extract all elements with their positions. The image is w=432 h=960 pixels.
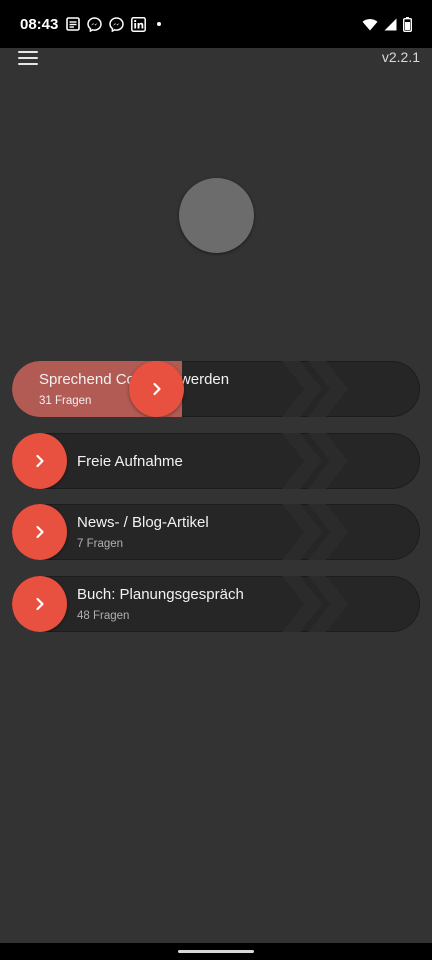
signal-icon xyxy=(384,18,397,30)
play-button[interactable] xyxy=(12,432,67,489)
item-title: Buch: Planungsgespräch xyxy=(77,585,244,603)
status-time: 08:43 xyxy=(20,15,59,33)
notification-icons xyxy=(66,16,165,32)
chevrons-decoration-icon xyxy=(282,504,348,560)
item-subtitle: 31 Fragen xyxy=(39,395,92,407)
navigation-bar xyxy=(0,943,432,960)
status-left: 08:43 xyxy=(20,16,165,33)
item-subtitle: 48 Fragen xyxy=(77,609,130,622)
wifi-icon xyxy=(362,18,378,30)
list-item-freie-aufnahme[interactable]: Freie Aufnahme xyxy=(12,432,420,489)
chevron-right-icon xyxy=(35,525,44,539)
chevrons-decoration-icon xyxy=(282,432,348,489)
avatar[interactable] xyxy=(179,178,254,253)
list-item-buch-planungsgespraech[interactable]: Buch: Planungsgespräch 48 Fragen xyxy=(12,575,420,632)
dot-icon xyxy=(157,22,162,26)
chevrons-decoration-icon xyxy=(282,361,348,417)
version-label: v2.2.1 xyxy=(381,49,420,65)
linkedin-icon xyxy=(131,16,147,32)
item-subtitle: 7 Fragen xyxy=(77,538,124,550)
list-item-news-blog-artikel[interactable]: News- / Blog-Artikel 7 Fragen xyxy=(12,504,420,560)
play-button[interactable] xyxy=(12,575,67,632)
play-button[interactable] xyxy=(129,361,184,417)
home-indicator[interactable] xyxy=(178,950,254,953)
item-title: News- / Blog-Artikel xyxy=(77,514,209,531)
play-button[interactable] xyxy=(12,504,67,560)
messenger-icon xyxy=(87,16,103,32)
chevron-right-icon xyxy=(152,382,161,396)
battery-icon xyxy=(403,16,412,32)
app-bar: v2.2.1 xyxy=(0,48,432,72)
messenger-icon xyxy=(109,16,125,32)
hamburger-menu-icon[interactable] xyxy=(18,48,44,68)
chevrons-decoration-icon xyxy=(282,575,348,632)
status-right xyxy=(362,16,412,32)
chevron-right-icon xyxy=(35,454,44,467)
notes-icon xyxy=(66,17,81,31)
session-list: Sprechend Co-Autor werden 31 Fragen Frei… xyxy=(12,361,420,647)
chevron-right-icon xyxy=(35,597,44,610)
status-bar: 08:43 xyxy=(0,0,432,48)
item-title: Freie Aufnahme xyxy=(77,452,183,470)
list-item-sprechend-co-autor[interactable]: Sprechend Co-Autor werden 31 Fragen xyxy=(12,361,420,417)
